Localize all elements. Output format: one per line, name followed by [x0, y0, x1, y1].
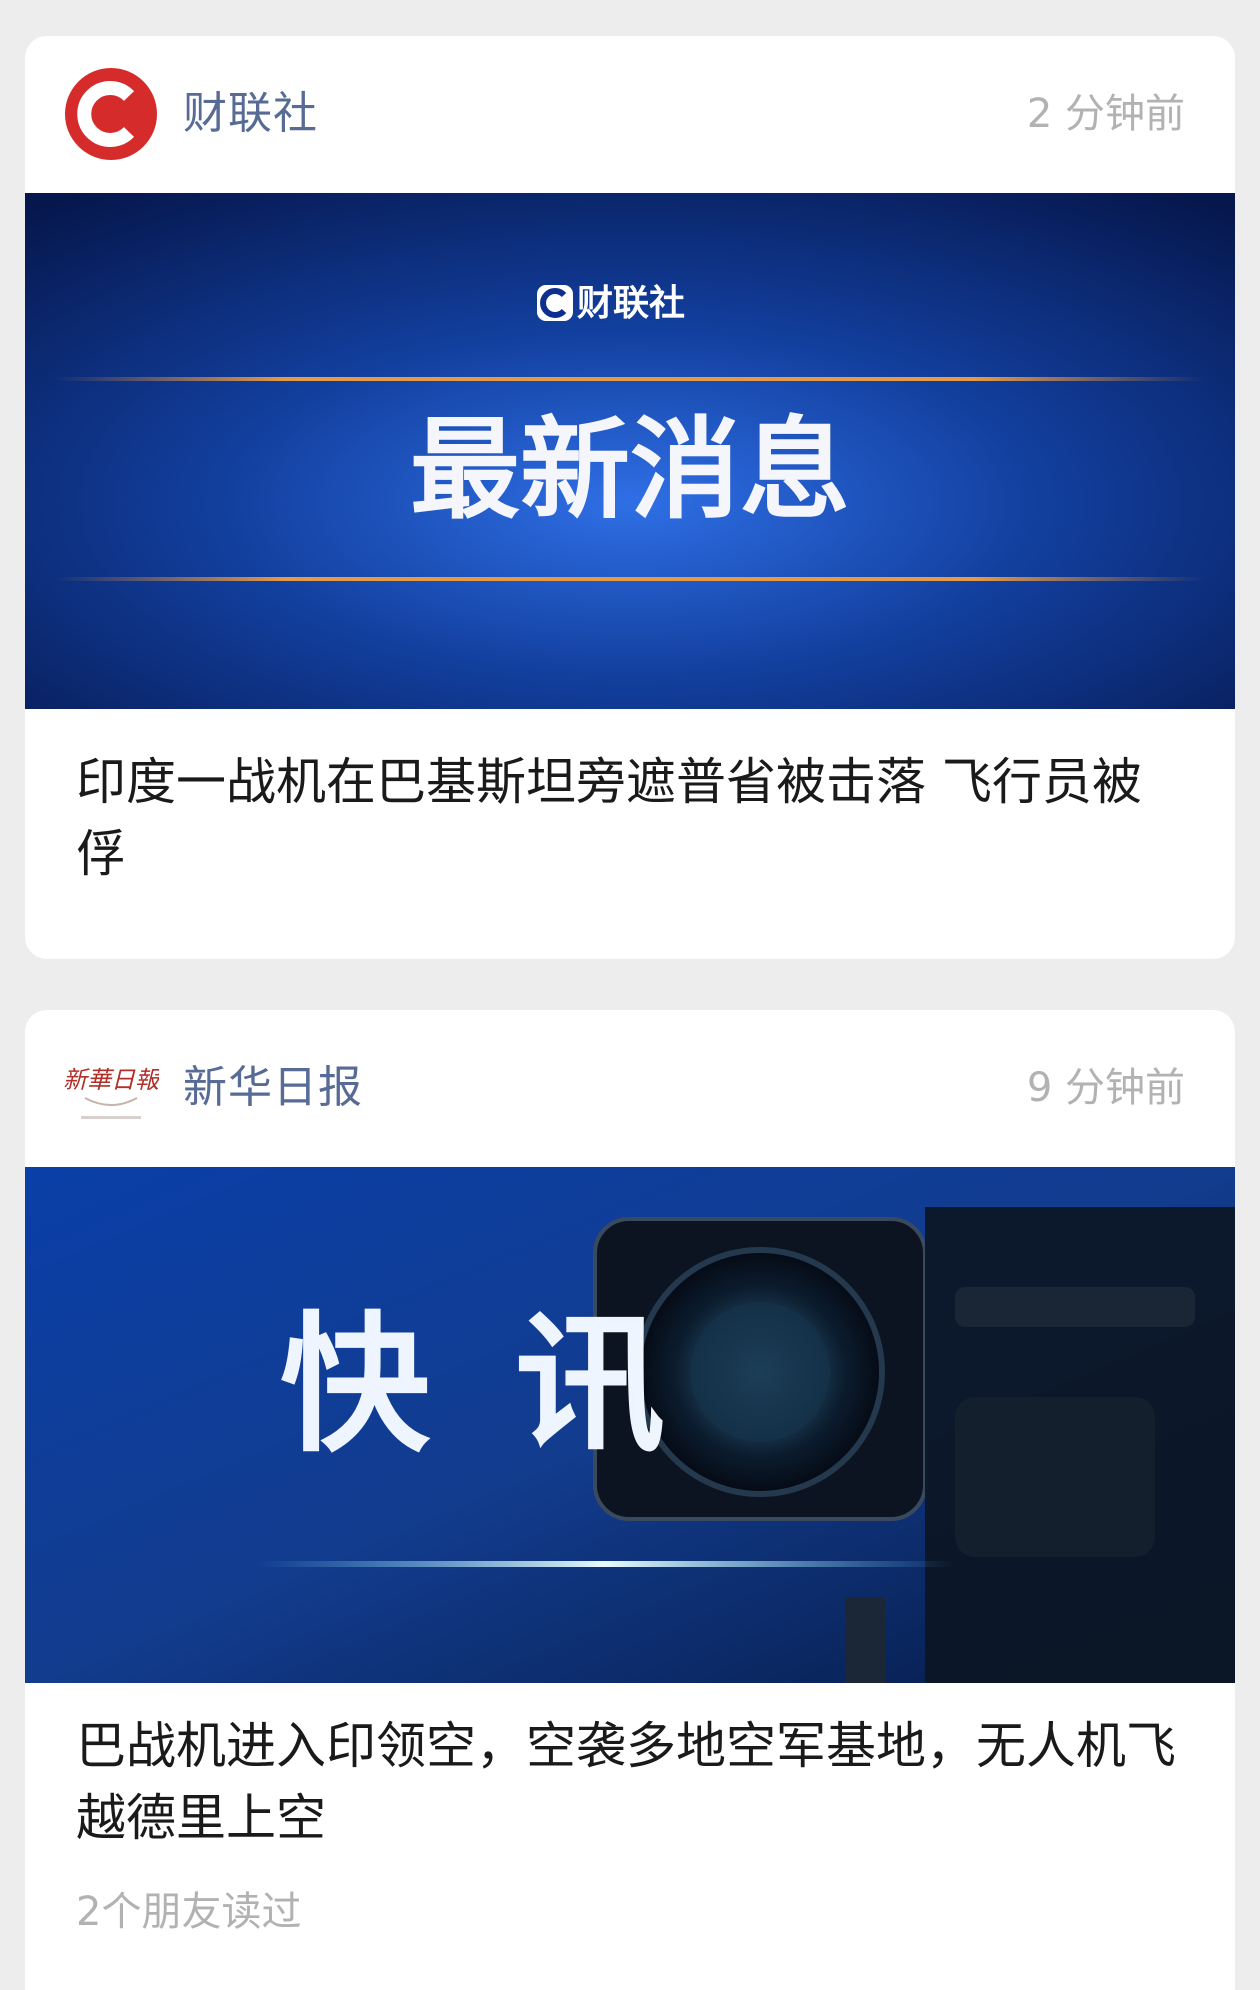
card-header: 财联社 2 分钟前	[25, 36, 1235, 193]
article-card[interactable]: 新華日報 新华日报 9 分钟前 快 讯 巴战机进入印领空，空袭多地空军基地，无人…	[25, 1010, 1235, 1990]
banner-brand: 财联社	[537, 283, 685, 324]
article-cover-image[interactable]: 快 讯	[25, 1167, 1235, 1683]
post-time: 2 分钟前	[1026, 91, 1185, 137]
article-headline[interactable]: 印度一战机在巴基斯坦旁遮普省被击落 飞行员被俘	[76, 746, 1186, 890]
friends-read-count: 2个朋友读过	[76, 1889, 302, 1935]
svg-text:新華日報: 新華日報	[63, 1066, 159, 1094]
source-name[interactable]: 新华日报	[183, 1060, 363, 1116]
xinhua-daily-logo-icon[interactable]: 新華日報	[63, 1040, 162, 1136]
svg-text:财联社: 财联社	[577, 283, 685, 324]
card-header: 新華日報 新华日报 9 分钟前	[25, 1010, 1235, 1167]
article-card[interactable]: 财联社 2 分钟前 财联社 最新消息 印度一战机在巴基斯坦旁遮普省被击落 飞行员…	[25, 36, 1235, 959]
source-name[interactable]: 财联社	[183, 86, 318, 142]
cailianshe-logo-icon[interactable]	[63, 66, 159, 162]
banner-title-right: 讯	[515, 1299, 665, 1473]
article-headline[interactable]: 巴战机进入印领空，空袭多地空军基地，无人机飞越德里上空	[76, 1710, 1186, 1854]
post-time: 9 分钟前	[1026, 1065, 1185, 1111]
banner-title: 最新消息	[410, 406, 850, 534]
banner-title-left: 快	[280, 1299, 431, 1473]
article-cover-image[interactable]: 财联社 最新消息	[25, 193, 1235, 709]
